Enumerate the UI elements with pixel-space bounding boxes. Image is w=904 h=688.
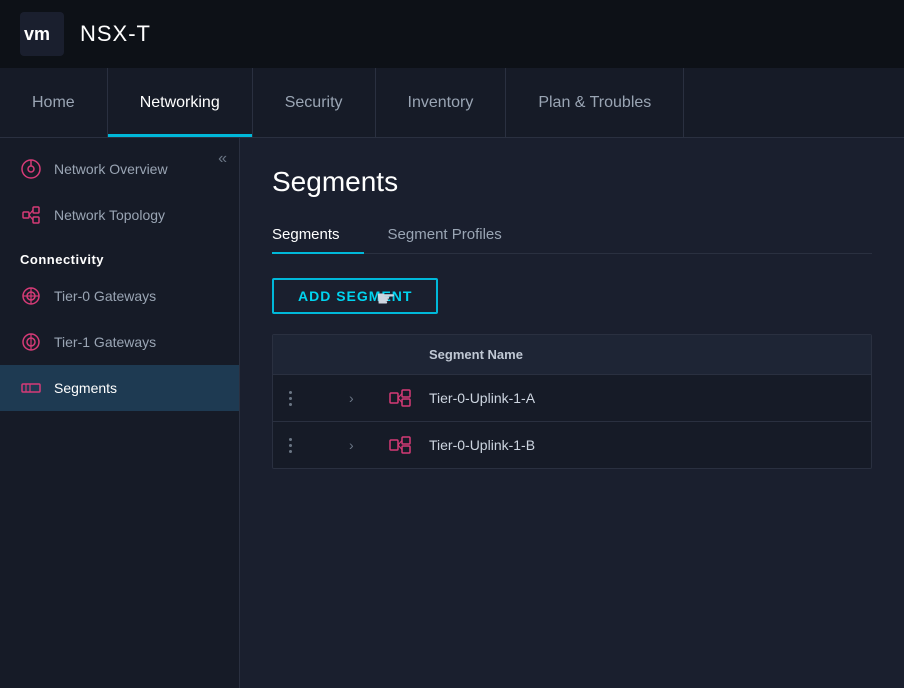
row2-dots-icon[interactable] bbox=[289, 438, 292, 453]
tab-plan-troubles[interactable]: Plan & Troubles bbox=[506, 68, 684, 137]
tab-security[interactable]: Security bbox=[253, 68, 376, 137]
table-header: Segment Name bbox=[273, 335, 871, 375]
col-name: Segment Name bbox=[413, 335, 871, 374]
main-layout: « Network Overview bbox=[0, 138, 904, 688]
dot bbox=[289, 391, 292, 394]
row2-expand[interactable]: › bbox=[333, 422, 373, 468]
page-title: Segments bbox=[272, 166, 872, 198]
dot bbox=[289, 450, 292, 453]
row1-actions[interactable] bbox=[273, 375, 333, 421]
col-actions bbox=[273, 335, 333, 374]
sidebar-item-tier1-gateways[interactable]: Tier-1 Gateways bbox=[0, 319, 239, 365]
dot bbox=[289, 397, 292, 400]
col-expand bbox=[333, 335, 373, 374]
dot bbox=[289, 438, 292, 441]
sidebar-item-segments-label: Segments bbox=[54, 380, 117, 396]
row1-dots-icon[interactable] bbox=[289, 391, 292, 406]
row2-icon-cell bbox=[373, 422, 413, 468]
table-row: › Tier-0-Uplink-1-B bbox=[273, 422, 871, 468]
tier1-gateway-icon bbox=[20, 331, 42, 353]
segments-table: Segment Name › bbox=[272, 334, 872, 469]
sidebar-item-network-overview[interactable]: Network Overview bbox=[0, 146, 239, 192]
row1-icon-cell bbox=[373, 375, 413, 421]
topbar: vm NSX-T bbox=[0, 0, 904, 68]
sidebar-item-segments[interactable]: Segments bbox=[0, 365, 239, 411]
sidebar: « Network Overview bbox=[0, 138, 240, 688]
row2-chevron-icon[interactable]: › bbox=[349, 437, 354, 453]
tab-segment-profiles[interactable]: Segment Profiles bbox=[388, 218, 526, 253]
tab-home[interactable]: Home bbox=[0, 68, 108, 137]
sidebar-item-network-topology[interactable]: Network Topology bbox=[0, 192, 239, 238]
table-row: › Tier-0-Uplink-1-A bbox=[273, 375, 871, 422]
sidebar-item-tier0-gateways-label: Tier-0 Gateways bbox=[54, 288, 156, 304]
content-area: Segments Segments Segment Profiles ADD S… bbox=[240, 138, 904, 688]
row2-actions[interactable] bbox=[273, 422, 333, 468]
network-overview-icon bbox=[20, 158, 42, 180]
row1-segment-name: Tier-0-Uplink-1-A bbox=[413, 375, 871, 421]
tab-inventory[interactable]: Inventory bbox=[376, 68, 507, 137]
row1-expand[interactable]: › bbox=[333, 375, 373, 421]
tab-segments[interactable]: Segments bbox=[272, 218, 364, 253]
svg-text:vm: vm bbox=[24, 24, 50, 44]
app-title: NSX-T bbox=[80, 21, 151, 47]
content-tabs: Segments Segment Profiles bbox=[272, 218, 872, 254]
dot bbox=[289, 444, 292, 447]
row2-topology-icon bbox=[389, 436, 411, 454]
connectivity-section-label: Connectivity bbox=[0, 238, 239, 273]
sidebar-item-network-overview-label: Network Overview bbox=[54, 161, 168, 177]
nav-tabs: Home Networking Security Inventory Plan … bbox=[0, 68, 904, 138]
tier0-gateway-icon bbox=[20, 285, 42, 307]
segments-icon bbox=[20, 377, 42, 399]
sidebar-collapse-button[interactable]: « bbox=[218, 150, 227, 168]
network-topology-icon bbox=[20, 204, 42, 226]
row2-segment-name: Tier-0-Uplink-1-B bbox=[413, 422, 871, 468]
dot bbox=[289, 403, 292, 406]
add-segment-button[interactable]: ADD SEGMENT bbox=[272, 278, 438, 314]
sidebar-item-tier1-gateways-label: Tier-1 Gateways bbox=[54, 334, 156, 350]
sidebar-item-network-topology-label: Network Topology bbox=[54, 207, 165, 223]
col-icon bbox=[373, 335, 413, 374]
tab-networking[interactable]: Networking bbox=[108, 68, 253, 137]
sidebar-item-tier0-gateways[interactable]: Tier-0 Gateways bbox=[0, 273, 239, 319]
vm-logo: vm bbox=[20, 12, 64, 56]
row1-topology-icon bbox=[389, 389, 411, 407]
row1-chevron-icon[interactable]: › bbox=[349, 390, 354, 406]
